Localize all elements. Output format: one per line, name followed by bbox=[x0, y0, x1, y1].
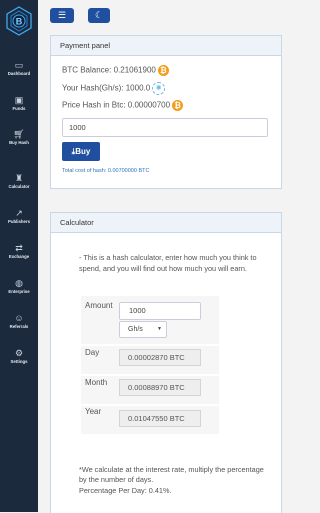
price-row: Price Hash in Btc: 0.00000700 ₿ bbox=[62, 100, 184, 111]
percentage-per-day: Percentage Per Day: 0.41%. bbox=[79, 486, 172, 495]
menu-toggle-button[interactable]: ☰ bbox=[50, 8, 74, 23]
exchange-icon: ⇄ bbox=[15, 243, 23, 253]
sidebar-item-publishers[interactable]: ↗ Publishers bbox=[0, 207, 38, 225]
sidebar-item-label: Dashboard bbox=[7, 71, 31, 76]
month-output: 0.00088970 BTC bbox=[119, 379, 201, 396]
logo-icon[interactable]: B bbox=[4, 6, 34, 36]
total-cost: Total cost of hash: 0.00700000 BTC bbox=[62, 168, 150, 174]
calculator-panel: Calculator - This is a hash calculator, … bbox=[50, 212, 282, 513]
sidebar-item-label: Funds bbox=[12, 106, 26, 111]
sidebar: B ▭ Dashboard ▣ Funds 🛒︎ Buy Hash ♜ Calc… bbox=[0, 0, 38, 512]
person-icon: ☺ bbox=[14, 313, 24, 323]
sidebar-item-label: Exchange bbox=[8, 254, 30, 259]
moon-icon: ☾ bbox=[94, 10, 104, 20]
sidebar-item-exchange[interactable]: ⇄ Exchange bbox=[0, 242, 38, 260]
sidebar-item-label: Buy Hash bbox=[9, 140, 29, 145]
year-output: 0.01047550 BTC bbox=[119, 410, 201, 427]
hash-row: Your Hash(Gh/s): 1000.0 ✺ bbox=[62, 82, 166, 95]
month-label: Month bbox=[85, 378, 108, 387]
buy-button[interactable]: ⤓Buy bbox=[62, 142, 100, 161]
sidebar-item-label: Settings bbox=[10, 359, 28, 364]
sidebar-item-referrals[interactable]: ☺ Referrals bbox=[0, 312, 38, 330]
wallet-icon: ▣ bbox=[14, 95, 24, 105]
svg-text:B: B bbox=[16, 17, 23, 27]
sidebar-item-dashboard[interactable]: ▭ Dashboard bbox=[0, 59, 38, 77]
price-hash: Price Hash in Btc: 0.00000700 bbox=[62, 100, 171, 110]
sidebar-item-enterprise[interactable]: ◍ Enterprise bbox=[0, 277, 38, 295]
trophy-icon: ♜ bbox=[14, 173, 24, 183]
amount-label: Amount bbox=[85, 301, 113, 310]
interest-note: *We calculate at the interest rate, mult… bbox=[79, 465, 264, 484]
sidebar-item-funds[interactable]: ▣ Funds bbox=[0, 94, 38, 112]
year-label: Year bbox=[85, 407, 102, 416]
theme-toggle-button[interactable]: ☾ bbox=[88, 8, 110, 23]
sidebar-item-label: Calculator bbox=[8, 184, 30, 189]
calculator-intro: - This is a hash calculator, enter how m… bbox=[79, 253, 257, 273]
monitor-icon: ▭ bbox=[14, 60, 24, 70]
payment-panel: Payment panel BTC Balance: 0.21061900 ₿ Y… bbox=[50, 35, 282, 189]
btc-balance: BTC Balance: 0.21061900 bbox=[62, 65, 156, 75]
sidebar-item-buy-hash[interactable]: 🛒︎ Buy Hash bbox=[0, 128, 38, 146]
cart-icon: 🛒︎ bbox=[13, 129, 25, 139]
bitcoin-icon: ₿ bbox=[172, 100, 184, 111]
calc-amount-input[interactable]: 1000 bbox=[119, 302, 201, 320]
panel-title: Payment panel bbox=[51, 36, 281, 56]
hash-amount: Your Hash(Gh/s): 1000.0 bbox=[62, 83, 151, 93]
amount-input[interactable]: 1000 bbox=[62, 118, 268, 137]
btc-balance-row: BTC Balance: 0.21061900 ₿ bbox=[62, 65, 169, 76]
day-output: 0.00002870 BTC bbox=[119, 349, 201, 366]
hash-icon: ✺ bbox=[152, 82, 166, 95]
day-label: Day bbox=[85, 348, 100, 357]
hamburger-icon: ☰ bbox=[57, 10, 67, 20]
sidebar-item-label: Enterprise bbox=[8, 289, 30, 294]
gear-icon: ⚙ bbox=[14, 348, 24, 358]
chart-icon: ↗ bbox=[15, 208, 23, 218]
sidebar-item-calculator[interactable]: ♜ Calculator bbox=[0, 172, 38, 190]
sidebar-item-label: Publishers bbox=[8, 219, 30, 224]
globe-icon: ◍ bbox=[15, 278, 23, 288]
bitcoin-icon: ₿ bbox=[157, 65, 169, 76]
panel-title: Calculator bbox=[51, 213, 281, 233]
unit-select-value: Gh/s bbox=[128, 326, 143, 333]
sidebar-item-label: Referrals bbox=[9, 324, 29, 329]
unit-select[interactable]: Gh/s ▼ bbox=[119, 321, 167, 338]
chevron-down-icon: ▼ bbox=[157, 326, 162, 332]
sidebar-item-settings[interactable]: ⚙ Settings bbox=[0, 347, 38, 365]
buy-button-label: Buy bbox=[75, 147, 91, 156]
